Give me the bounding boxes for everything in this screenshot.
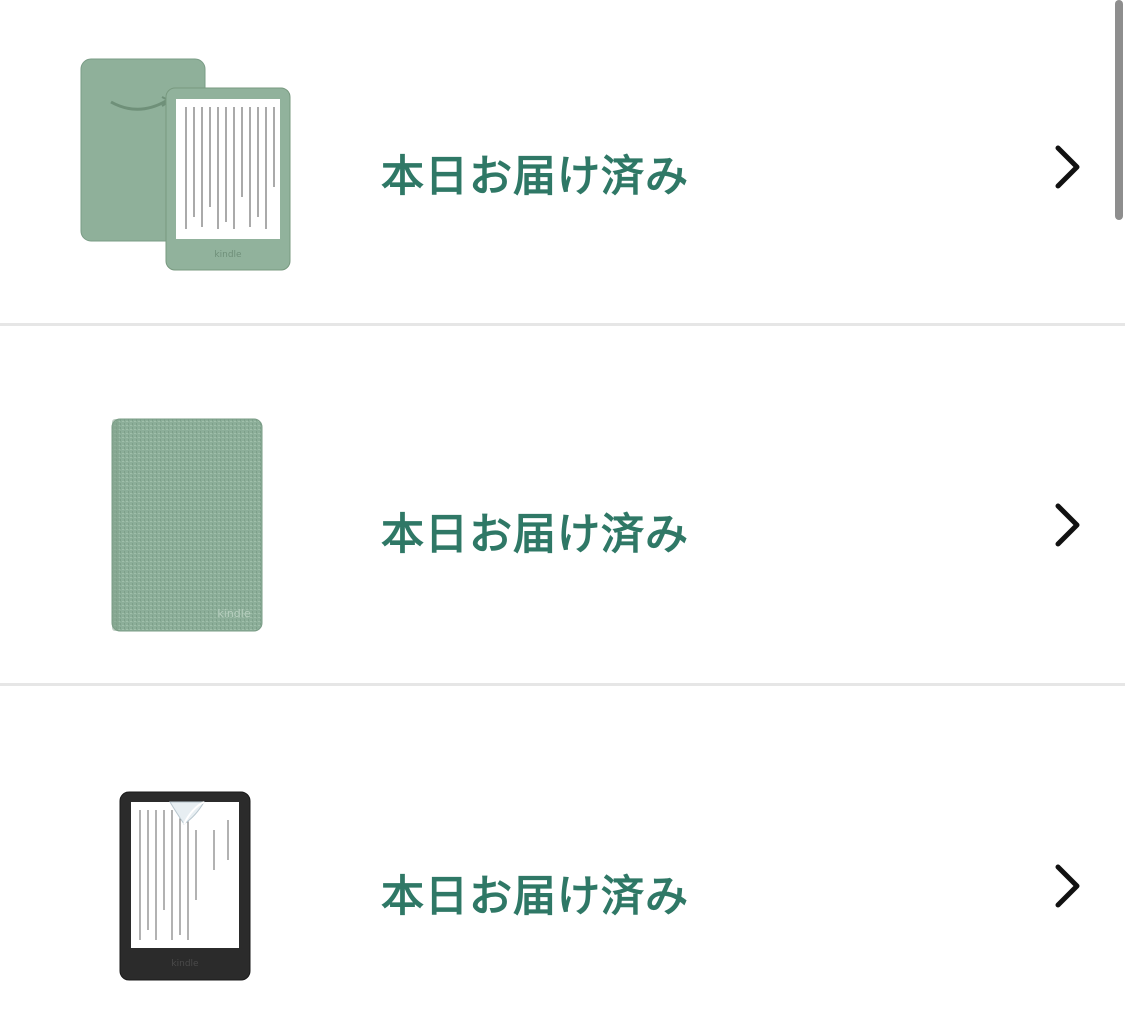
order-row-3[interactable]: kindle 本日お届け済み	[0, 686, 1125, 1026]
svg-text:kindle: kindle	[171, 959, 199, 969]
delivery-status: 本日お届け済み	[381, 872, 689, 922]
order-list: kindle 本日お届け済み kindle 本日お届け済み kindle 本日お…	[0, 0, 1125, 1026]
order-row-1[interactable]: kindle 本日お届け済み	[0, 0, 1125, 322]
delivery-status: 本日お届け済み	[381, 152, 689, 202]
chevron-right-icon[interactable]	[1050, 862, 1084, 910]
scrollbar[interactable]	[1115, 0, 1123, 220]
kindle-black-with-screen-protector-icon: kindle	[119, 791, 251, 981]
svg-text:kindle: kindle	[214, 250, 242, 260]
kindle-green-device-icon: kindle	[80, 58, 291, 271]
order-row-2[interactable]: kindle 本日お届け済み	[0, 326, 1125, 684]
chevron-right-icon[interactable]	[1050, 501, 1084, 549]
kindle-green-cover-icon: kindle	[111, 418, 263, 632]
delivery-status: 本日お届け済み	[381, 510, 689, 560]
svg-text:kindle: kindle	[217, 607, 250, 620]
chevron-right-icon[interactable]	[1050, 143, 1084, 191]
